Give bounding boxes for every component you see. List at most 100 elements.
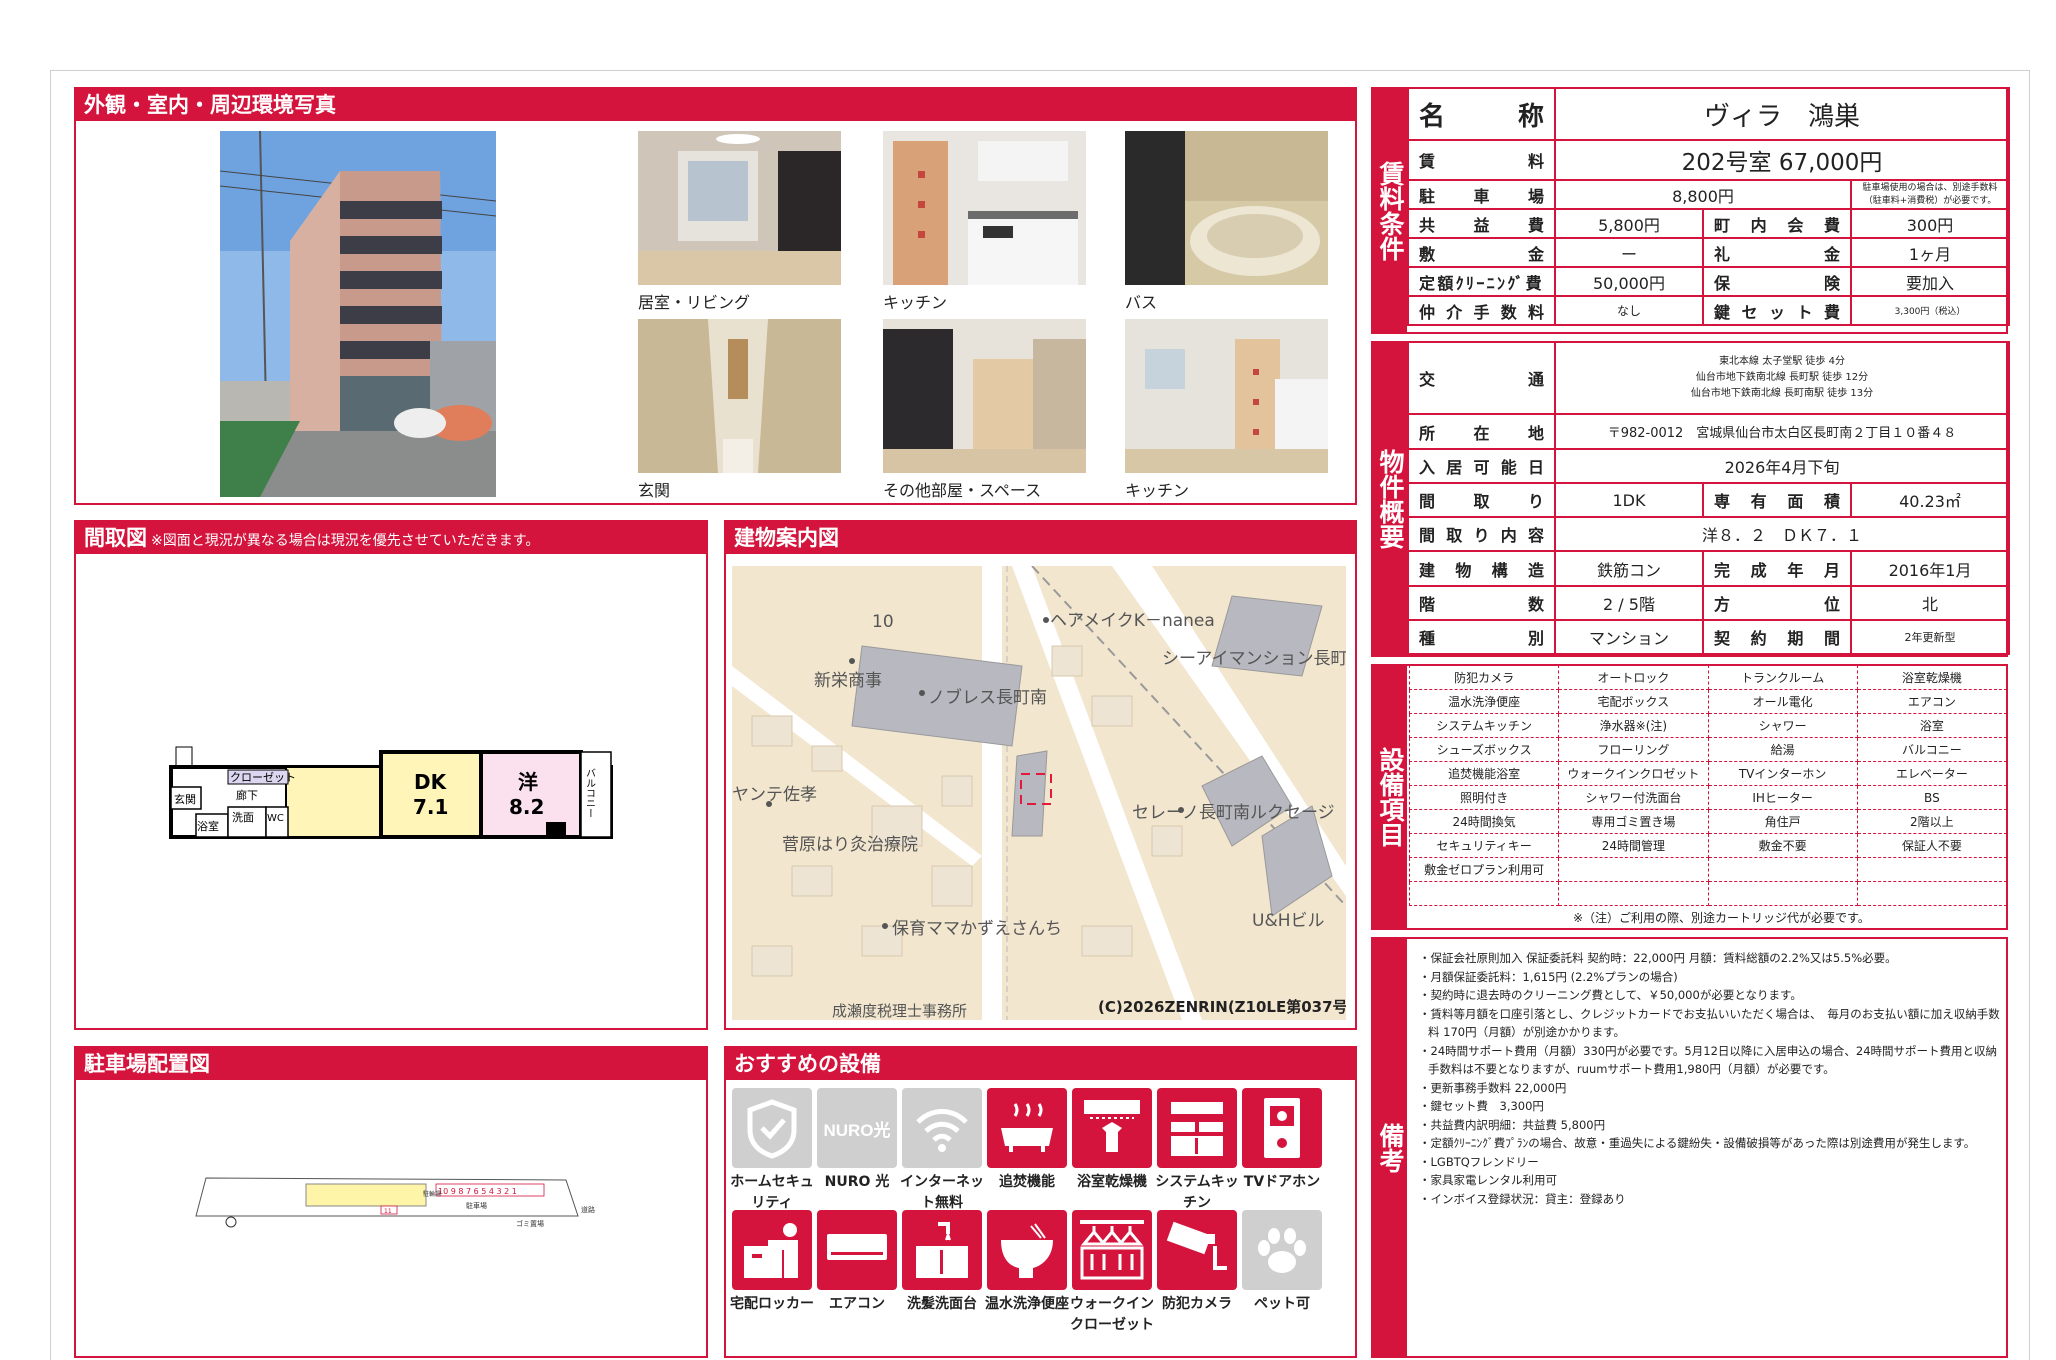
wash-label: 洗面 [232,811,254,824]
equipment-item [1558,857,1709,882]
deposit: ー [1554,237,1704,268]
remark-line: ・更新事務手数料 22,000円 [1419,1080,1567,1095]
shield-icon [747,1099,797,1159]
parking-slots: 10 9 8 7 6 5 4 3 2 1 [438,1187,517,1196]
remarks-section-label: 備考 [1373,939,1407,1356]
equipment-item: 角住戸 [1707,809,1858,834]
equipment-item: 浴室 [1856,713,2008,738]
paw-icon [1258,1228,1306,1273]
cleaning-fee: 50,000円 [1554,266,1704,297]
floor-label: 階数 [1407,585,1556,621]
address-label: 所在地 [1407,413,1556,450]
equipment-item: 2階以上 [1856,809,2008,834]
equipment-item: シャワー付洗面台 [1558,785,1709,810]
recommended-panel: おすすめの設備 ホームセキュリティ NURO光 NURO 光インターネット無料 追焚機… [724,1046,1357,1358]
map-label: U&Hビル [1252,911,1325,931]
rent-section-text: 賃料条件 [1376,160,1405,261]
floorplan-heading: 間取図 [84,526,147,550]
equipment-item: TVインターホン [1707,761,1858,786]
equipment-item: 温水洗浄便座 [1408,689,1560,714]
room-label: 洋 [518,770,538,794]
remarks-list: ・保証会社原則加入 保証委託料 契約時：22,000円 月額：賃料総額の2.2%… [1419,949,2002,1208]
recommended-item-label: NURO 光 [824,1174,890,1190]
equipment-item: 専用ゴミ置き場 [1558,809,1709,834]
map-copyright: (C)2026ZENRIN(Z10LE第037号) [1098,998,1346,1016]
hall-label: 廊下 [236,788,258,802]
photo-living [638,131,841,285]
equipment-item: 浴室乾燥機 [1856,665,2008,690]
parking-panel: 駐車場配置図 10 9 8 7 6 5 4 3 2 1 駐車場 道路 ゴミ置場 … [74,1046,708,1358]
area: 40.23㎡ [1849,482,2011,518]
recommended-item-label: 洗髪洗面台 [907,1296,977,1312]
key-money-label: 礼金 [1702,237,1852,268]
photo-caption: バス [1125,293,1158,312]
slot-11: 11 [384,1208,392,1215]
svg-text:NURO光: NURO光 [823,1120,890,1140]
remark-line: ・共益費内訳明細：共益費 5,800円 [1419,1117,1606,1132]
remark-line: ・定額ｸﾘｰﾆﾝｸﾞ費ﾌﾟﾗﾝの場合、故意・重過失による鍵紛失・設備破損等があっ… [1419,1136,1976,1150]
recommended-title: おすすめの設備 [726,1048,1355,1080]
equipment-row: 追焚機能浴室 ウォークインクロゼット TVインターホン エレベーター [1408,761,2008,786]
dk-size: 7.1 [413,795,448,819]
remark-line: ・24時間サポート費用（月額）330円が必要です。5月12日以降に入居申込の場合… [1419,1043,1998,1077]
address: 〒982-0012 宮城県仙台市太白区長町南２丁目１０番４８ [1553,413,2011,450]
room-size: 8.2 [509,795,544,819]
transport-line: 仙台市地下鉄南北線 長町駅 徒歩 12分 [1695,372,1869,383]
property-section-label: 物件概要 [1373,343,1407,655]
toilet-icon [1001,1223,1053,1278]
equipment-item: オートロック [1558,665,1709,690]
equipment-item: シューズボックス [1408,737,1560,762]
equipment-item: ウォークインクロゼット [1558,761,1709,786]
floorplan-title: 間取図 ※図面と現況が異なる場合は現況を優先させていただきます。 [76,522,706,554]
equipment-item: 宅配ボックス [1558,689,1709,714]
photo-bath [1125,131,1328,285]
recommended-item-nuro: NURO光 [817,1088,897,1168]
equipment-item: 保証人不要 [1856,833,2008,858]
photo-caption: 玄関 [638,481,671,500]
transport: 東北本線 太子堂駅 徒歩 4分 仙台市地下鉄南北線 長町駅 徒歩 12分 仙台市… [1553,341,2011,415]
town-fee-label: 町内会費 [1702,208,1852,239]
equipment-item: 敷金ゼロプラン利用可 [1408,857,1560,882]
recommended-item-delivery-locker [732,1210,812,1290]
closet-icon [1080,1220,1144,1280]
wc-label: WC [267,813,284,824]
recommended-item-toilet [987,1210,1067,1290]
photo-entrance [638,319,841,473]
map-label: ヘアメイクK－nanea [1050,611,1215,631]
equipment-item [1856,857,2008,882]
recommended-item-label: 温水洗浄便座 [985,1296,1069,1312]
entrance-label: 玄関 [174,792,196,806]
floor: 2 / 5階 [1554,585,1704,621]
equipment-item: バルコニー [1856,737,2008,762]
equipment-row: 温水洗浄便座 宅配ボックス オール電化 エアコン [1408,689,2008,714]
equipment-panel: 設備項目 防犯カメラ オートロック トランクルーム 浴室乾燥機 温水洗浄便座 宅配ボックス… [1371,664,2008,930]
equipment-item: 防犯カメラ [1408,665,1560,690]
recommended-item-shield [732,1088,812,1168]
map-view[interactable]: 10 ヘアメイクK－nanea シーアイマンション長町 新栄商事 ノブレス長町南… [732,566,1346,1020]
photo-caption: 居室・リビング [638,293,751,312]
equipment-row: システムキッチン 浄水器※(注) シャワー 浴室 [1408,713,2008,738]
remark-line: ・賃料等月額を口座引落とし、クレジットカードでお支払いいただく場合は、 毎月のお… [1419,1006,2000,1040]
recommended-item-label: インターネット無料 [900,1174,984,1211]
property-table: 交通 東北本線 太子堂駅 徒歩 4分 仙台市地下鉄南北線 長町駅 徒歩 12分 … [1407,341,2011,655]
equipment-row: シューズボックス フローリング 給湯 バルコニー [1408,737,2008,762]
equipment-row: 敷金ゼロプラン利用可 [1408,857,2008,882]
contract-label: 契約期間 [1702,619,1852,655]
equipment-row: 防犯カメラ オートロック トランクルーム 浴室乾燥機 [1408,665,2008,690]
nuro-icon: NURO光 [823,1120,890,1140]
recommended-item-label: ペット可 [1254,1296,1310,1312]
equipment-item: セキュリティキー [1408,833,1560,858]
rent-value: 202号室 67,000円 [1553,139,2011,181]
equipment-item: IHヒーター [1707,785,1858,810]
property-section-text: 物件概要 [1376,449,1405,549]
type-label: 種別 [1407,619,1556,655]
rent-table: 名称 ヴィラ 鴻巣 賃料 202号室 67,000円 駐車場 8,800円 駐車… [1407,87,2011,326]
remark-line: ・鍵セット費 3,300円 [1419,1099,1544,1113]
closet-label: クローゼット [230,771,296,784]
movein-date: 2026年4月下旬 [1553,448,2011,484]
equipment-note: ※（注）ご利用の際、別途カートリッジ代が必要です。 [1573,911,1870,925]
equipment-item [1558,881,1709,906]
common-fee-label: 共益費 [1407,208,1556,239]
wifi-icon [916,1109,968,1152]
rent-section-label: 賃料条件 [1373,89,1407,332]
